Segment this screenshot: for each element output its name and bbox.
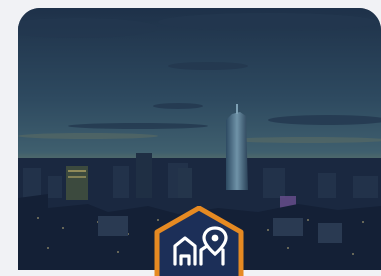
city-map-pin-icon — [154, 206, 244, 276]
